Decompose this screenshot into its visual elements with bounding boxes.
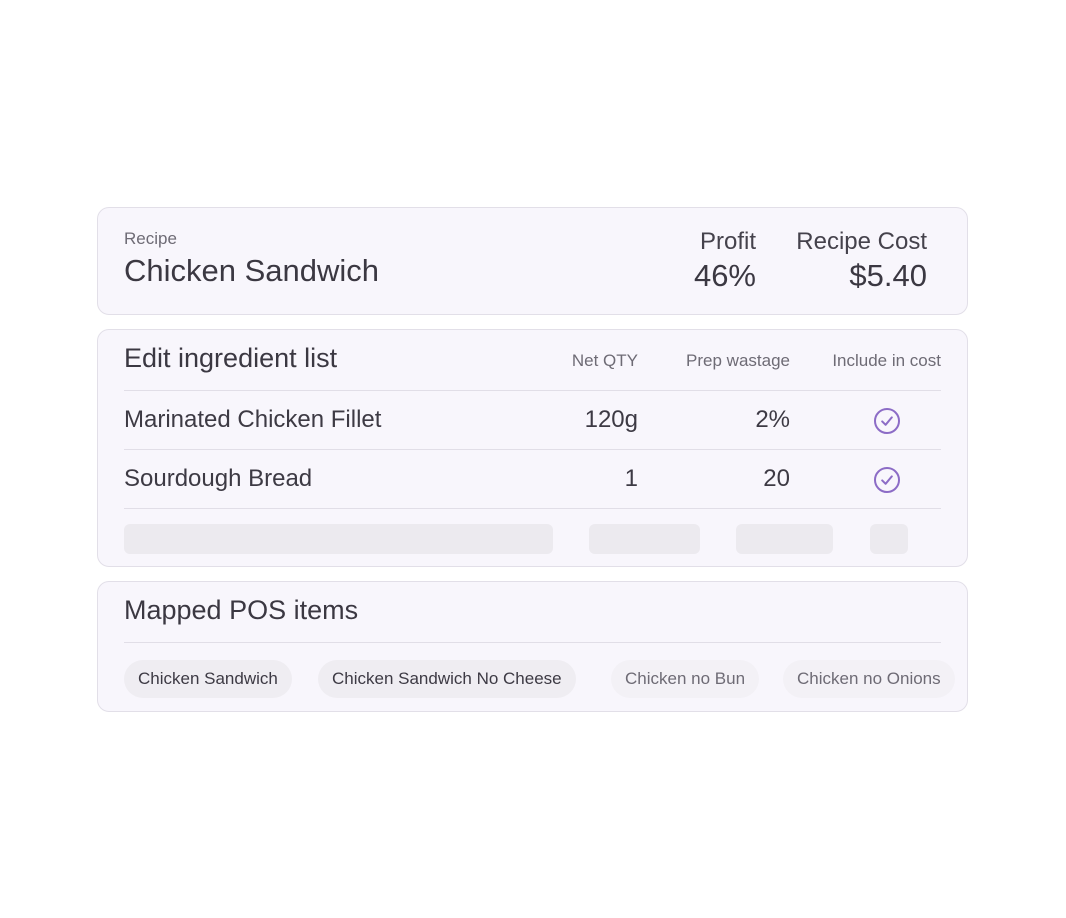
mapped-pos-items-card: Mapped POS items Chicken Sandwich Chicke… — [97, 581, 968, 712]
recipe-editor: Recipe Chicken Sandwich Profit 46% Recip… — [0, 0, 1066, 918]
check-circle-icon[interactable] — [873, 407, 901, 435]
ingredient-list-title: Edit ingredient list — [124, 343, 338, 373]
placeholder-include-skeleton — [870, 524, 908, 554]
recipe-header-card: Recipe Chicken Sandwich Profit 46% Recip… — [97, 207, 968, 315]
recipe-cost-value: $5.40 — [849, 258, 927, 293]
ingredient-prep-wastage[interactable]: 20 — [763, 465, 790, 493]
recipe-label: Recipe — [124, 229, 177, 248]
placeholder-qty-skeleton — [589, 524, 700, 554]
pos-item-chip[interactable]: Chicken no Onions — [783, 660, 955, 698]
pos-item-chip[interactable]: Chicken Sandwich No Cheese — [318, 660, 576, 698]
divider — [124, 508, 941, 509]
divider — [124, 642, 941, 643]
recipe-name[interactable]: Chicken Sandwich — [124, 253, 379, 289]
recipe-cost-metric: Recipe Cost $5.40 — [796, 227, 927, 293]
profit-metric: Profit 46% — [694, 227, 756, 293]
ingredient-row[interactable]: Sourdough Bread 1 20 — [98, 450, 967, 508]
ingredient-net-qty[interactable]: 120g — [585, 406, 638, 434]
ingredient-name[interactable]: Marinated Chicken Fillet — [124, 406, 381, 434]
pos-item-chip[interactable]: Chicken no Bun — [611, 660, 760, 698]
profit-value: 46% — [693, 258, 756, 293]
ingredient-name[interactable]: Sourdough Bread — [124, 465, 312, 493]
column-header-include-in-cost: Include in cost — [832, 351, 941, 370]
ingredient-net-qty[interactable]: 1 — [625, 465, 638, 493]
ingredient-row[interactable]: Marinated Chicken Fillet 120g 2% — [98, 391, 967, 449]
profit-label: Profit — [699, 228, 756, 255]
placeholder-wastage-skeleton — [736, 524, 833, 554]
ingredient-prep-wastage[interactable]: 2% — [755, 406, 790, 434]
column-header-prep-wastage: Prep wastage — [686, 351, 790, 370]
pos-item-chip[interactable]: Chicken Sandwich — [124, 660, 292, 698]
check-circle-icon[interactable] — [873, 466, 901, 494]
placeholder-name-skeleton — [124, 524, 553, 554]
recipe-cost-label: Recipe Cost — [796, 228, 927, 255]
column-header-net-qty: Net QTY — [571, 351, 638, 370]
pos-chip-list: Chicken Sandwich Chicken Sandwich No Che… — [124, 660, 967, 700]
ingredient-list-card: Edit ingredient list Net QTY Prep wastag… — [97, 329, 968, 567]
mapped-pos-items-title: Mapped POS items — [124, 595, 359, 625]
